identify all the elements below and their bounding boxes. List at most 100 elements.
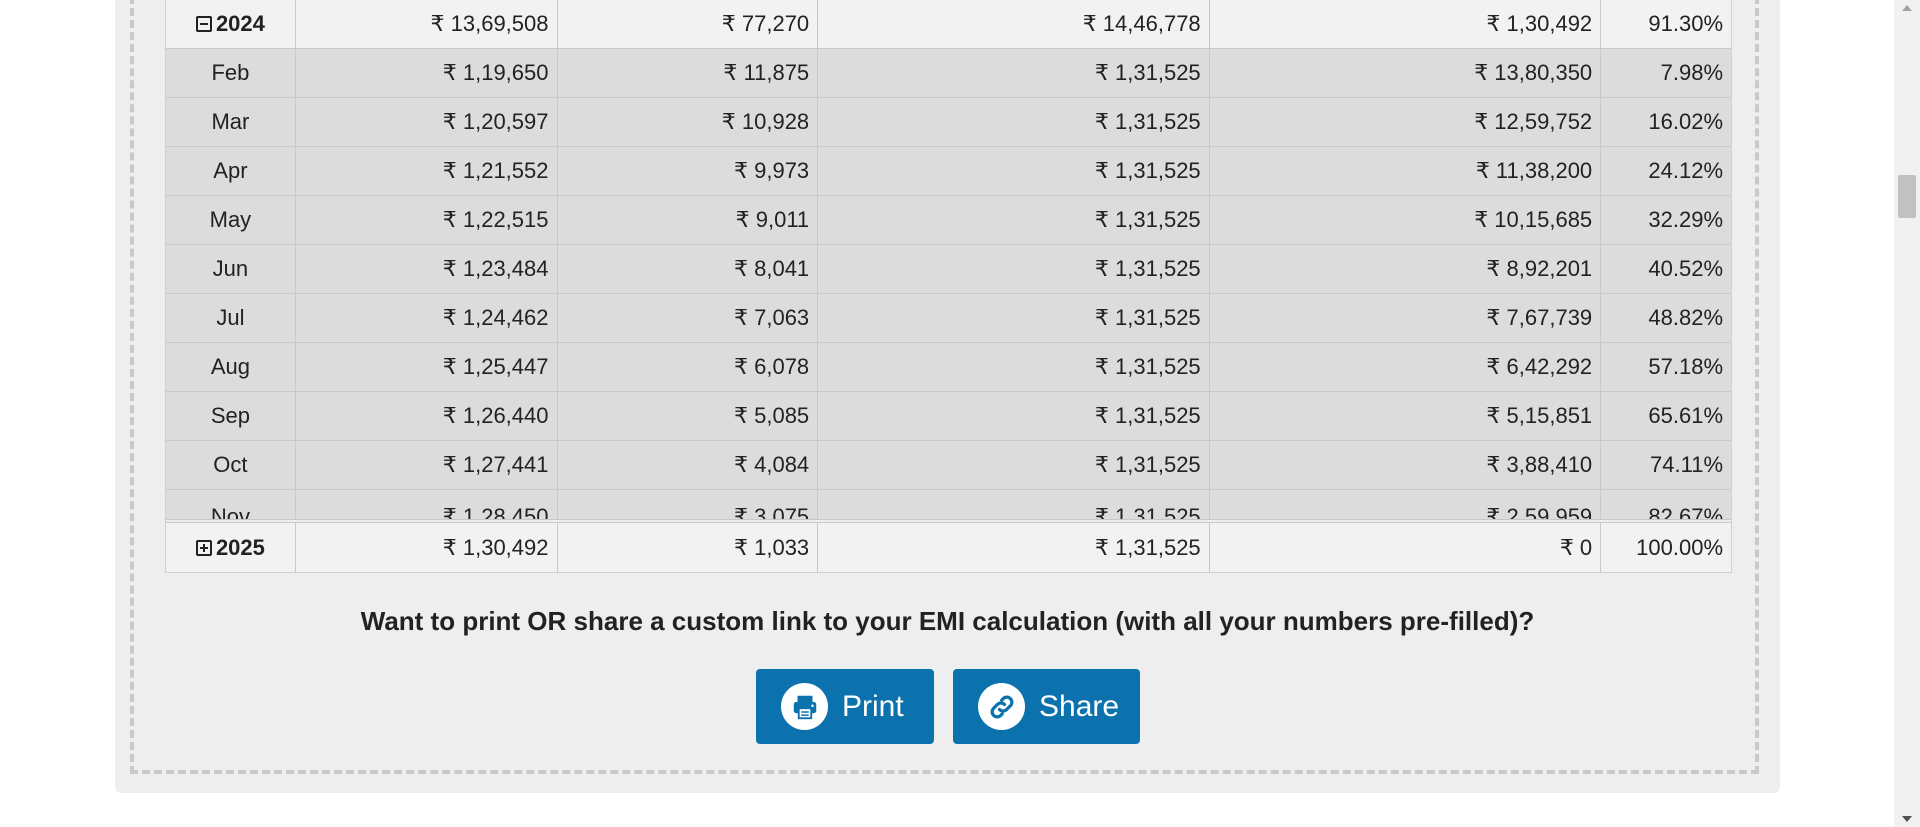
year-label: 2025	[215, 534, 265, 560]
balance-cell: ₹ 12,59,752	[1210, 98, 1602, 146]
interest-cell: ₹ 5,085	[558, 392, 819, 440]
principal-cell: ₹ 1,22,515	[296, 196, 558, 244]
total-payment-cell: ₹ 1,31,525	[818, 196, 1210, 244]
interest-cell: ₹ 77,270	[558, 0, 819, 48]
scrollbar-thumb[interactable]	[1898, 175, 1916, 218]
total-payment-cell: ₹ 1,31,525	[818, 490, 1210, 519]
schedule-scroll-viewport[interactable]: 2024 ₹ 13,69,508 ₹ 77,270 ₹ 14,46,778 ₹ …	[166, 0, 1731, 522]
total-payment-cell: ₹ 1,31,525	[818, 523, 1210, 572]
month-row: Feb ₹ 1,19,650 ₹ 11,875 ₹ 1,31,525 ₹ 13,…	[166, 49, 1731, 98]
balance-cell: ₹ 13,80,350	[1210, 49, 1602, 97]
total-payment-cell: ₹ 1,31,525	[818, 245, 1210, 293]
printer-icon	[781, 683, 828, 730]
loan-paid-cell: 82.67%	[1648, 504, 1724, 519]
month-row: Jun ₹ 1,23,484 ₹ 8,041 ₹ 1,31,525 ₹ 8,92…	[166, 245, 1731, 294]
principal-cell: ₹ 13,69,508	[296, 0, 558, 48]
expand-icon[interactable]	[195, 539, 212, 556]
emi-calculator-panel: 2024 ₹ 13,69,508 ₹ 77,270 ₹ 14,46,778 ₹ …	[115, 0, 1780, 793]
total-payment-cell: ₹ 1,31,525	[818, 441, 1210, 489]
year-row-2025[interactable]: 2025 ₹ 1,30,492 ₹ 1,033 ₹ 1,31,525 ₹ 0 1…	[166, 522, 1731, 572]
month-cell: Jul	[166, 294, 296, 342]
interest-cell: ₹ 7,063	[558, 294, 819, 342]
principal-cell: ₹ 1,28,450	[296, 490, 558, 519]
loan-paid-cell: 40.52%	[1648, 256, 1724, 281]
principal-cell: ₹ 1,19,650	[296, 49, 558, 97]
year-row-2024[interactable]: 2024 ₹ 13,69,508 ₹ 77,270 ₹ 14,46,778 ₹ …	[166, 0, 1731, 49]
print-label: Print	[842, 689, 904, 723]
total-payment-cell: ₹ 1,31,525	[818, 343, 1210, 391]
balance-cell: ₹ 11,38,200	[1210, 147, 1602, 195]
month-row: Apr ₹ 1,21,552 ₹ 9,973 ₹ 1,31,525 ₹ 11,3…	[166, 147, 1731, 196]
month-row: Oct ₹ 1,27,441 ₹ 4,084 ₹ 1,31,525 ₹ 3,88…	[166, 441, 1731, 490]
month-cell: May	[166, 196, 296, 244]
balance-cell: ₹ 0	[1210, 523, 1602, 572]
month-row: Aug ₹ 1,25,447 ₹ 6,078 ₹ 1,31,525 ₹ 6,42…	[166, 343, 1731, 392]
scroll-up-icon[interactable]	[1902, 5, 1912, 11]
interest-cell: ₹ 6,078	[558, 343, 819, 391]
month-row: Sep ₹ 1,26,440 ₹ 5,085 ₹ 1,31,525 ₹ 5,15…	[166, 392, 1731, 441]
loan-paid-cell: 57.18%	[1648, 354, 1724, 379]
year-label: 2024	[215, 11, 265, 36]
total-payment-cell: ₹ 1,31,525	[818, 98, 1210, 146]
loan-paid-cell: 91.30%	[1648, 11, 1724, 36]
year-cell[interactable]: 2024	[166, 0, 296, 48]
total-payment-cell: ₹ 1,31,525	[818, 294, 1210, 342]
balance-cell: ₹ 5,15,851	[1210, 392, 1602, 440]
page-scrollbar[interactable]	[1894, 0, 1920, 827]
emi-schedule-table: 2024 ₹ 13,69,508 ₹ 77,270 ₹ 14,46,778 ₹ …	[165, 0, 1732, 573]
loan-paid-cell: 7.98%	[1660, 60, 1724, 85]
month-row: Nov ₹ 1,28,450 ₹ 3,075 ₹ 1,31,525 ₹ 2,59…	[166, 490, 1731, 520]
principal-cell: ₹ 1,27,441	[296, 441, 558, 489]
balance-cell: ₹ 3,88,410	[1210, 441, 1602, 489]
balance-cell: ₹ 1,30,492	[1210, 0, 1602, 48]
loan-paid-cell: 65.61%	[1648, 403, 1724, 428]
share-prompt: Want to print OR share a custom link to …	[360, 606, 1535, 636]
share-button[interactable]: Share	[953, 669, 1140, 744]
principal-cell: ₹ 1,24,462	[296, 294, 558, 342]
print-button[interactable]: Print	[756, 669, 934, 744]
month-cell: Sep	[166, 392, 296, 440]
month-row: Mar ₹ 1,20,597 ₹ 10,928 ₹ 1,31,525 ₹ 12,…	[166, 98, 1731, 147]
loan-paid-cell: 48.82%	[1648, 305, 1724, 330]
collapse-icon[interactable]	[195, 16, 212, 32]
loan-paid-cell: 100.00%	[1636, 534, 1724, 560]
scroll-down-icon[interactable]	[1902, 816, 1912, 822]
link-icon	[978, 683, 1025, 730]
interest-cell: ₹ 9,011	[558, 196, 819, 244]
total-payment-cell: ₹ 1,31,525	[818, 49, 1210, 97]
month-cell: Aug	[166, 343, 296, 391]
principal-cell: ₹ 1,30,492	[296, 523, 558, 572]
interest-cell: ₹ 11,875	[558, 49, 819, 97]
interest-cell: ₹ 4,084	[558, 441, 819, 489]
month-cell: Jun	[166, 245, 296, 293]
principal-cell: ₹ 1,26,440	[296, 392, 558, 440]
principal-cell: ₹ 1,21,552	[296, 147, 558, 195]
month-row: Jul ₹ 1,24,462 ₹ 7,063 ₹ 1,31,525 ₹ 7,67…	[166, 294, 1731, 343]
principal-cell: ₹ 1,25,447	[296, 343, 558, 391]
principal-cell: ₹ 1,23,484	[296, 245, 558, 293]
month-cell: Feb	[166, 49, 296, 97]
month-cell: Nov	[166, 490, 296, 519]
balance-cell: ₹ 6,42,292	[1210, 343, 1602, 391]
interest-cell: ₹ 8,041	[558, 245, 819, 293]
year-cell[interactable]: 2025	[166, 523, 296, 572]
loan-paid-cell: 74.11%	[1650, 452, 1724, 477]
total-payment-cell: ₹ 14,46,778	[818, 0, 1210, 48]
loan-paid-cell: 16.02%	[1648, 109, 1724, 134]
balance-cell: ₹ 7,67,739	[1210, 294, 1602, 342]
month-row: May ₹ 1,22,515 ₹ 9,011 ₹ 1,31,525 ₹ 10,1…	[166, 196, 1731, 245]
interest-cell: ₹ 3,075	[558, 490, 819, 519]
month-cell: Mar	[166, 98, 296, 146]
month-cell: Apr	[166, 147, 296, 195]
month-cell: Oct	[166, 441, 296, 489]
loan-paid-cell: 32.29%	[1648, 207, 1724, 232]
total-payment-cell: ₹ 1,31,525	[818, 147, 1210, 195]
interest-cell: ₹ 9,973	[558, 147, 819, 195]
interest-cell: ₹ 1,033	[558, 523, 819, 572]
share-label: Share	[1039, 689, 1120, 723]
interest-cell: ₹ 10,928	[558, 98, 819, 146]
balance-cell: ₹ 10,15,685	[1210, 196, 1602, 244]
loan-paid-cell: 24.12%	[1648, 158, 1724, 183]
balance-cell: ₹ 8,92,201	[1210, 245, 1602, 293]
balance-cell: ₹ 2,59,959	[1210, 490, 1602, 519]
